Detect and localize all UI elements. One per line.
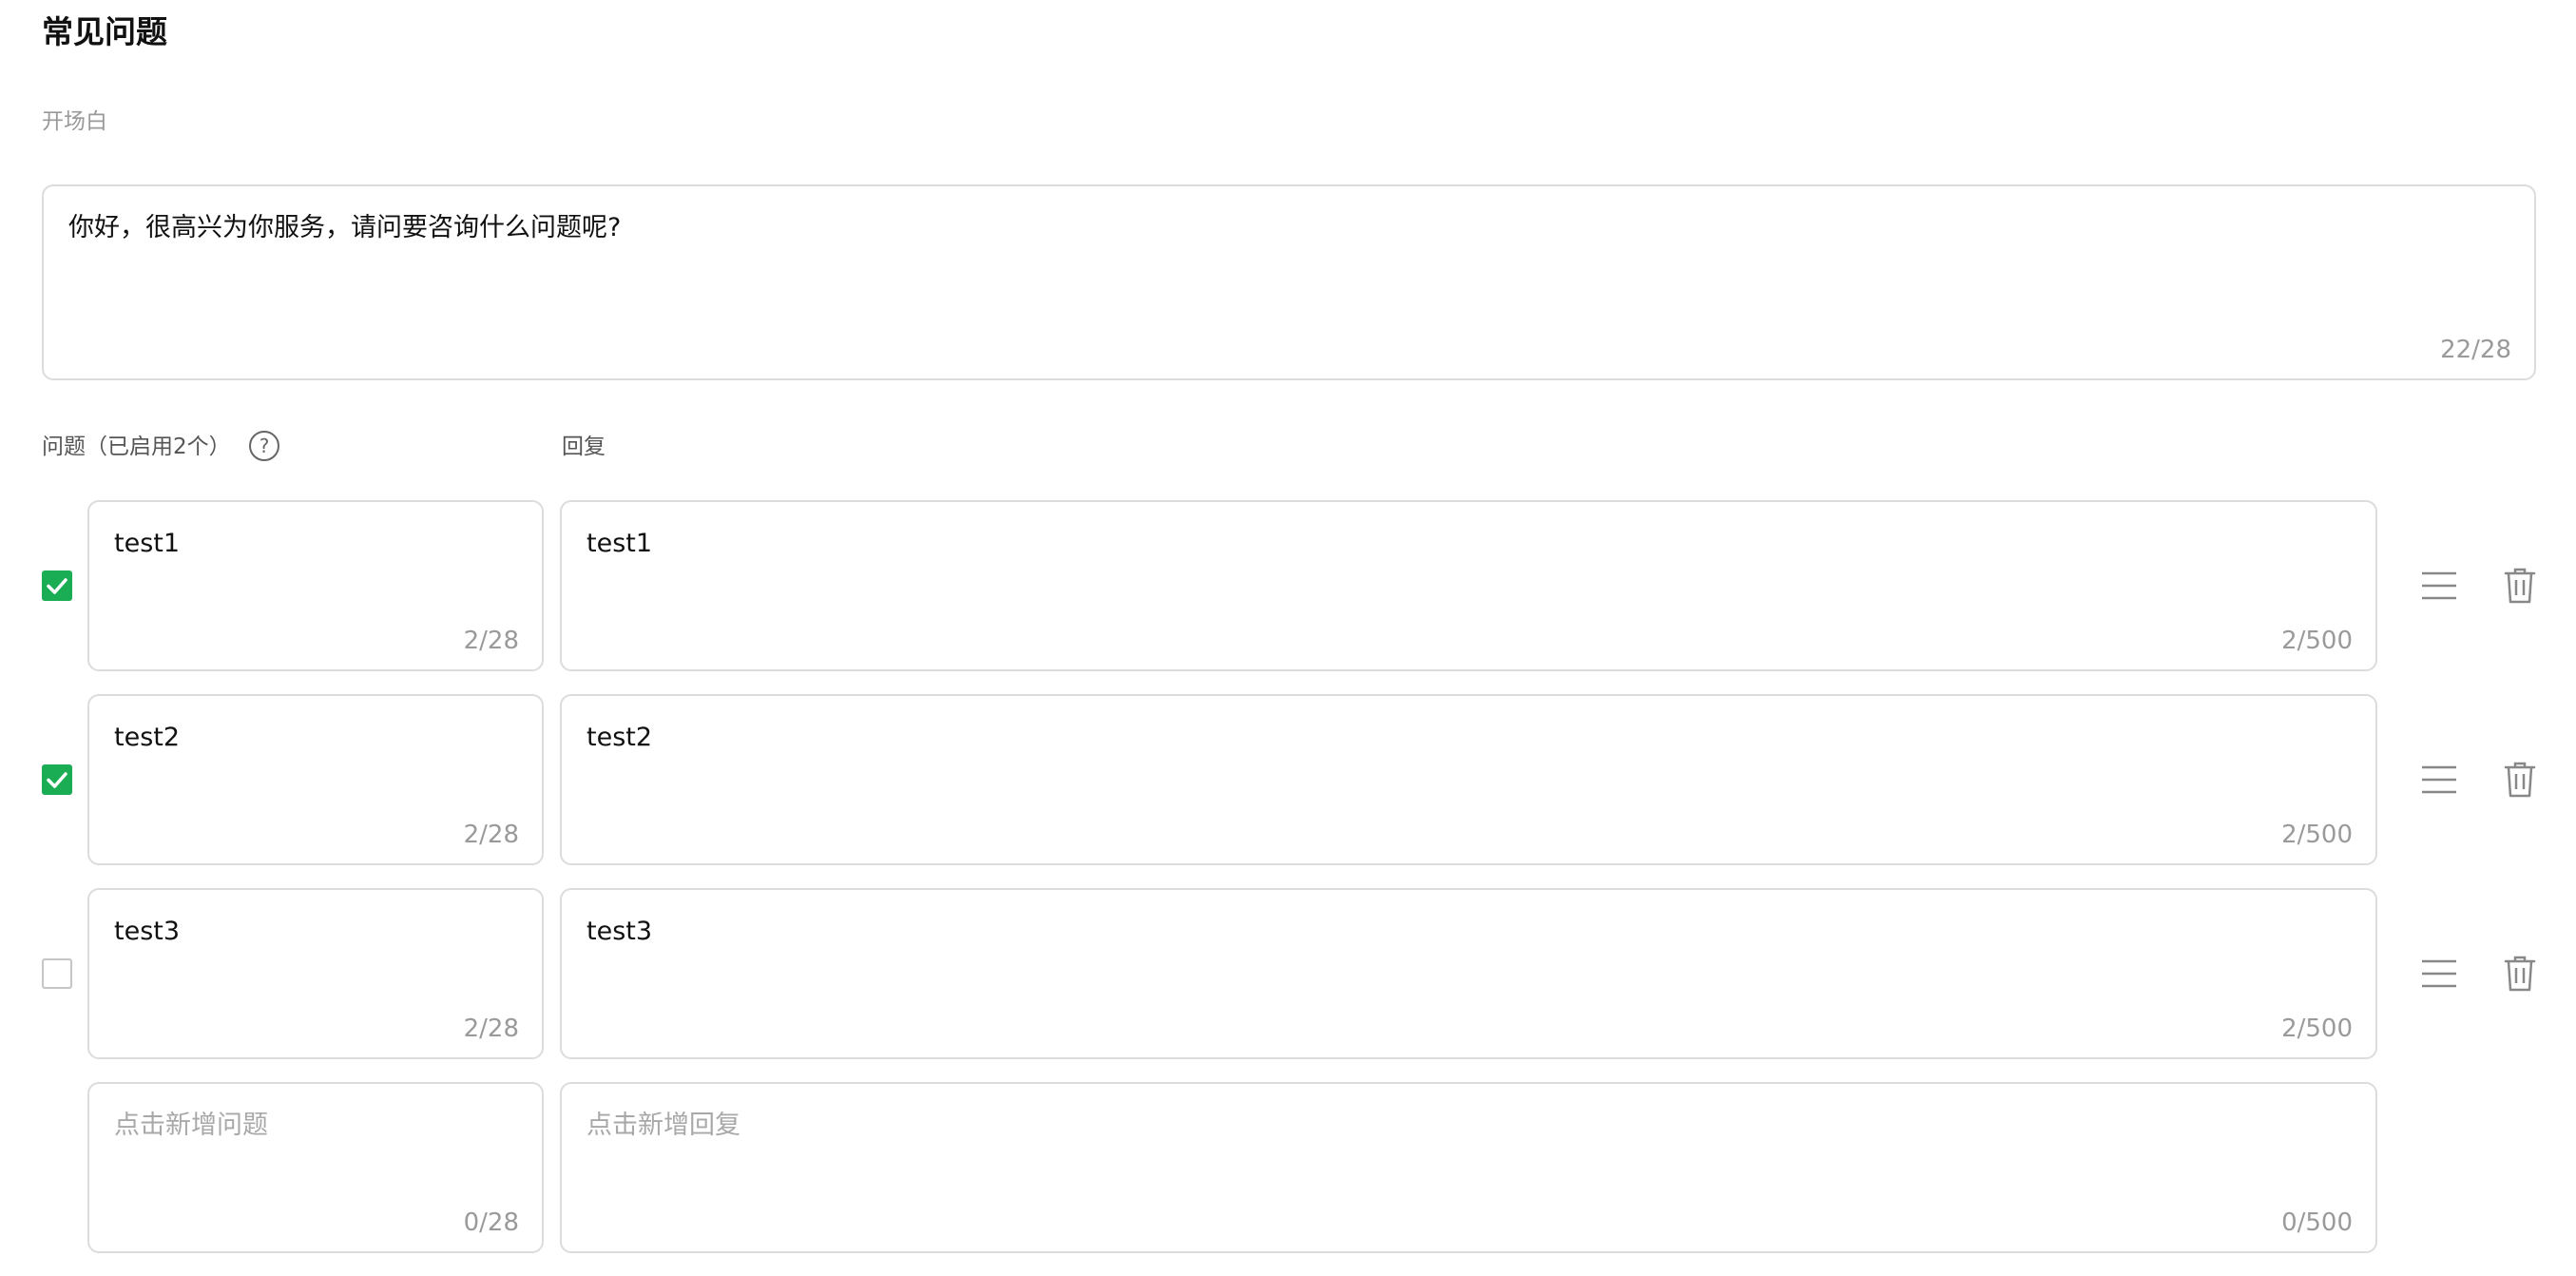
question-circle-icon[interactable]: ? (248, 430, 280, 462)
reply-text: test2 (586, 723, 653, 752)
question-input[interactable]: test3 2/28 (87, 888, 544, 1059)
faq-row: test3 2/28 test3 2/500 (0, 888, 2576, 1059)
enable-checkbox[interactable] (42, 570, 72, 601)
reply-input[interactable]: test2 2/500 (560, 694, 2377, 865)
trash-icon[interactable] (2504, 955, 2536, 993)
trash-icon[interactable] (2504, 761, 2536, 799)
drag-handle-icon[interactable] (2420, 957, 2458, 991)
trash-icon[interactable] (2504, 567, 2536, 605)
question-input[interactable]: test2 2/28 (87, 694, 544, 865)
opening-label: 开场白 (42, 109, 107, 134)
question-char-counter: 2/28 (463, 627, 519, 655)
svg-text:?: ? (260, 435, 270, 457)
page-title: 常见问题 (42, 13, 167, 50)
reply-column-header: 回复 (562, 435, 606, 459)
faq-row: test1 2/28 test1 2/500 (0, 500, 2576, 671)
question-char-counter: 2/28 (463, 821, 519, 849)
check-icon (47, 578, 67, 594)
reply-char-counter: 2/500 (2281, 821, 2353, 849)
drag-handle-icon[interactable] (2420, 763, 2458, 797)
new-question-input[interactable]: 点击新增问题 0/28 (87, 1082, 544, 1253)
question-input[interactable]: test1 2/28 (87, 500, 544, 671)
opening-char-counter: 22/28 (2440, 336, 2511, 364)
reply-input[interactable]: test1 2/500 (560, 500, 2377, 671)
question-text: test1 (114, 529, 181, 558)
new-question-placeholder: 点击新增问题 (114, 1111, 268, 1140)
drag-handle-icon[interactable] (2420, 569, 2458, 603)
opening-text: 你好，很高兴为你服务，请问要咨询什么问题呢? (68, 213, 622, 242)
new-faq-row: 点击新增问题 0/28 点击新增回复 0/500 (0, 1082, 2576, 1253)
question-char-counter: 2/28 (463, 1015, 519, 1043)
reply-text: test3 (586, 917, 653, 946)
new-question-char-counter: 0/28 (463, 1208, 519, 1237)
enable-checkbox[interactable] (42, 958, 72, 989)
reply-text: test1 (586, 529, 653, 558)
check-icon (47, 772, 67, 788)
reply-input[interactable]: test3 2/500 (560, 888, 2377, 1059)
opening-textarea[interactable]: 你好，很高兴为你服务，请问要咨询什么问题呢? 22/28 (42, 184, 2536, 380)
question-text: test3 (114, 917, 181, 946)
enable-checkbox[interactable] (42, 764, 72, 795)
reply-char-counter: 2/500 (2281, 1015, 2353, 1043)
question-column-header: 问题（已启用2个） (42, 435, 231, 459)
new-reply-placeholder: 点击新增回复 (586, 1111, 740, 1140)
question-text: test2 (114, 723, 181, 752)
new-reply-input[interactable]: 点击新增回复 0/500 (560, 1082, 2377, 1253)
reply-char-counter: 2/500 (2281, 627, 2353, 655)
new-reply-char-counter: 0/500 (2281, 1208, 2353, 1237)
faq-row: test2 2/28 test2 2/500 (0, 694, 2576, 865)
